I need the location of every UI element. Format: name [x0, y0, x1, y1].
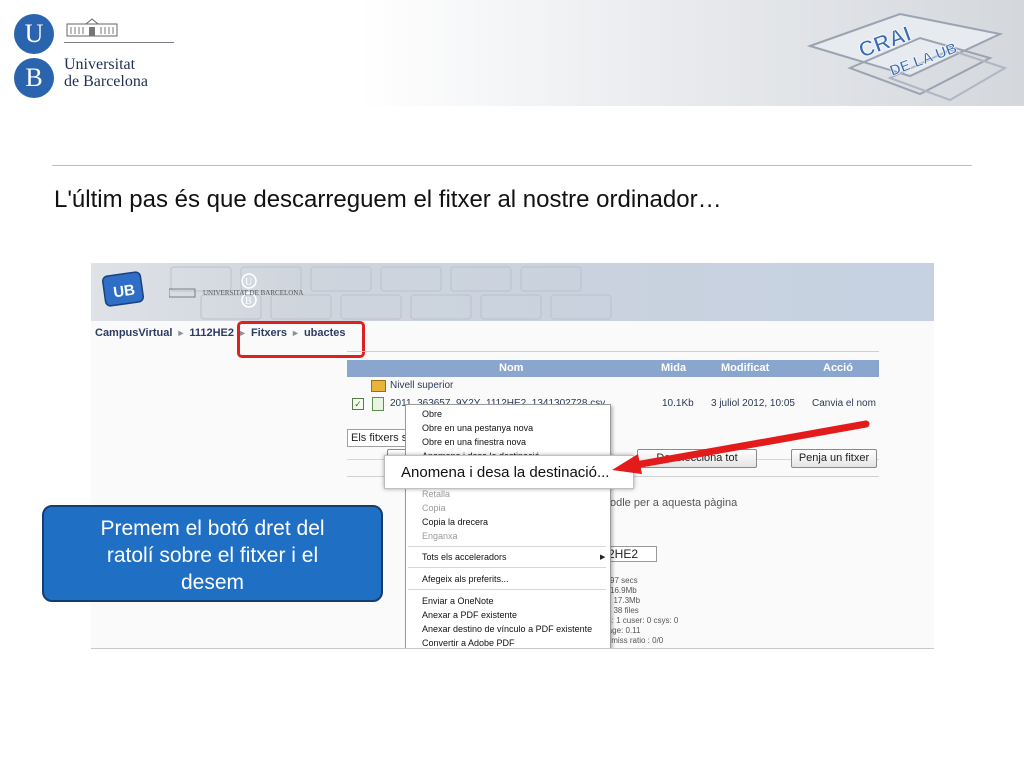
red-arrow-icon	[612, 420, 870, 474]
stats-line: lt/miss ratio : 0/0	[605, 636, 664, 645]
slide-instruction: L'últim pas és que descarreguem el fitxe…	[54, 186, 722, 213]
menu-item-onenote[interactable]: Enviar a OneNote	[422, 596, 494, 606]
menu-item-anexar-pdf[interactable]: Anexar a PDF existente	[422, 610, 517, 620]
menu-item-convertir-pdf[interactable]: Convertir a Adobe PDF	[422, 638, 515, 648]
file-table-header: Nom Mida Modificat Acció	[347, 360, 879, 377]
stats-line: 97 secs	[610, 576, 638, 585]
selected-files-select[interactable]: Els fitxers s	[347, 429, 412, 447]
menu-separator	[408, 546, 606, 547]
menu-item-obre-finestra[interactable]: Obre en una finestra nova	[422, 437, 526, 447]
menu-item-obre[interactable]: Obre	[422, 409, 442, 419]
ub-app-badge-text: UB	[112, 281, 136, 301]
col-nom[interactable]: Nom	[499, 362, 523, 374]
ub-app-badge: UB	[101, 271, 145, 307]
parent-folder-link[interactable]: Nivell superior	[390, 380, 453, 391]
ub-logo-name: Universitat de Barcelona	[64, 56, 148, 90]
save-as-callout[interactable]: Anomena i desa la destinació...	[384, 455, 634, 489]
breadcrumb-course[interactable]: 1112HE2	[189, 327, 234, 339]
breadcrumb-highlight	[237, 321, 365, 358]
building-icon	[66, 18, 118, 37]
csv-file-icon	[372, 397, 384, 411]
shot-univ-name: UNIVERSITAT DE BARCELONA	[203, 289, 303, 297]
stats-line: 16.9Mb	[610, 586, 637, 595]
menu-item-acceleradors[interactable]: Tots els acceleradors	[422, 552, 507, 562]
rename-link[interactable]: Canvia el nom	[812, 398, 876, 409]
menu-item-anexar-destino-pdf[interactable]: Anexar destino de vínculo a PDF existent…	[422, 624, 592, 634]
course-code-field[interactable]: 2HE2	[604, 546, 657, 562]
menu-item-copia-drecera[interactable]: Copia la drecera	[422, 517, 488, 527]
ub-logo-b: B	[14, 58, 54, 98]
breadcrumb-separator-icon: ►	[176, 328, 186, 338]
col-modificat[interactable]: Modificat	[721, 362, 769, 374]
file-checkbox[interactable]: ✓	[352, 398, 364, 410]
instruction-callout: Premem el botó dret del ratolí sobre el …	[42, 505, 383, 602]
col-mida[interactable]: Mida	[661, 362, 686, 374]
shot-univ-b: B	[245, 296, 252, 307]
submenu-arrow-icon: ▶	[600, 554, 606, 561]
menu-item-retalla: Retalla	[422, 489, 451, 499]
ub-logo-rule	[64, 42, 174, 43]
file-modified: 3 juliol 2012, 10:05	[711, 398, 795, 409]
shot-university-logo: U B UNIVERSITAT DE BARCELONA	[169, 273, 303, 308]
folder-up-icon	[371, 380, 386, 392]
menu-item-obre-pestanya[interactable]: Obre en una pestanya nova	[422, 423, 533, 433]
instruction-callout-line: desem	[180, 571, 245, 594]
file-table-top-rule	[347, 351, 879, 352]
breadcrumb-campusvirtual[interactable]: CampusVirtual	[95, 327, 172, 339]
menu-item-copia: Copia	[422, 503, 446, 513]
menu-item-enganxa: Enganxa	[422, 531, 458, 541]
instruction-callout-line: Premem el botó dret del	[100, 517, 325, 540]
col-accio: Acció	[823, 362, 853, 374]
crai-logo: CRAI DE LA UB	[806, 12, 1008, 102]
menu-separator	[408, 589, 606, 590]
menu-item-preferits[interactable]: Afegeix als preferits...	[422, 574, 509, 584]
table-row[interactable]: Nivell superior	[347, 377, 879, 395]
header-divider	[52, 165, 972, 166]
ub-logo: U B Universitat de Barcelona	[14, 14, 174, 100]
instruction-callout-line: ratolí sobre el fitxer i el	[106, 544, 319, 567]
moodle-docs-link[interactable]: odle per a aquesta pàgina	[610, 497, 737, 509]
stats-line: rs: 1 cuser: 0 csys: 0	[605, 616, 679, 625]
file-size: 10.1Kb	[662, 398, 694, 409]
ub-logo-u: U	[14, 14, 54, 54]
shot-univ-u: U	[245, 277, 253, 288]
menu-separator	[408, 567, 606, 568]
context-menu: Obre Obre en una pestanya nova Obre en u…	[405, 404, 611, 648]
